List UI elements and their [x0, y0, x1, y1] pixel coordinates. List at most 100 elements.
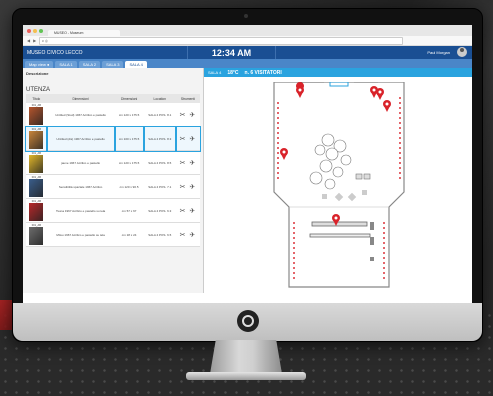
edit-tools-icon[interactable]: ✂ ✈ — [180, 160, 197, 167]
window-controls — [27, 29, 43, 33]
edit-tools-icon[interactable]: ✂ ✈ — [180, 232, 197, 239]
pillar — [370, 222, 374, 230]
table-row[interactable]: 001_AB Untitled (dis) 1967 Acrilico e pas… — [25, 125, 202, 152]
table-body: 001_AB Untitled (Stud) 1967 Acrilico e pa… — [25, 103, 202, 247]
tab-sala-3[interactable]: SALA 3 — [102, 61, 124, 68]
artwork-dimensions: cm 57 x 67 — [114, 198, 144, 223]
tools-cell: ✂ ✈ — [175, 174, 200, 199]
monitor-stand — [210, 340, 282, 374]
artwork-thumbnail[interactable] — [29, 179, 44, 197]
artwork-thumb-cell: 001_AB — [26, 150, 47, 175]
url-input[interactable]: c ◎ — [39, 36, 404, 45]
artwork-dimensions: cm 100 x 175.5 — [113, 125, 145, 152]
address-bar: ◀ ▶ c ◎ — [23, 36, 472, 46]
tools-cell: ✂ ✈ — [175, 222, 200, 247]
user-name[interactable]: Paul Morgan — [427, 50, 450, 55]
artwork-title: Mitsu 1967 Acrilico e pastello su tela — [46, 222, 115, 247]
browser-tab[interactable]: MUSEO - Museum — [48, 30, 120, 36]
column-header[interactable]: Strumenti — [175, 94, 200, 103]
forward-icon[interactable]: ▶ — [33, 38, 36, 43]
artwork-title: Untitled (dis) 1967 Acrilico e pastello — [45, 125, 116, 152]
tab-sala-4[interactable]: SALA 4 — [125, 61, 147, 68]
visitor-pin — [280, 148, 288, 160]
visitor-pin — [296, 82, 305, 98]
monitor-chin — [13, 303, 482, 341]
artwork-thumbnail[interactable] — [29, 203, 44, 221]
artwork-thumbnail[interactable] — [29, 155, 44, 173]
tools-cell: ✂ ✈ — [175, 150, 200, 175]
header-divider — [275, 46, 276, 59]
screen: MUSEO - Museum ◀ ▶ c ◎ MUSEO CIVICO LECC… — [23, 25, 472, 303]
brand-logo-icon — [237, 310, 259, 332]
artwork-thumb-cell: 001_AB — [26, 198, 47, 223]
avatar[interactable] — [457, 47, 467, 57]
artwork-location: SALA 4 POS. 7.1 — [143, 174, 176, 199]
artwork-panel: Descrizione UTENZA Titolo Dimensioni Dimen… — [23, 68, 204, 293]
exhibit-walls — [277, 97, 401, 282]
column-header[interactable]: Dimensioni — [114, 94, 144, 103]
table-row[interactable]: 001_AB Untitled (Stud) 1967 Acrilico e pa… — [26, 103, 200, 127]
artwork-thumbnail[interactable] — [29, 131, 44, 149]
close-window-button[interactable] — [27, 29, 31, 33]
minimize-window-button[interactable] — [33, 29, 37, 33]
tools-cell: ✂ ✈ — [175, 198, 200, 223]
table-row[interactable]: 001_AB jaune 1967 Acrilico e pastello cm 1… — [26, 150, 200, 175]
floor-plan[interactable] — [204, 82, 472, 292]
tab-sala-2[interactable]: SALA 2 — [78, 61, 101, 68]
artwork-thumb-cell: 001_AB — [26, 174, 47, 199]
edit-tools-icon[interactable]: ✂ ✈ — [180, 112, 197, 119]
pillar — [370, 257, 374, 261]
floor-plan-walls — [273, 82, 405, 288]
tab-sala-1[interactable]: SALA 1 — [55, 61, 77, 68]
table-row[interactable]: 001_AB Sensibilità spaziale 1967 Acrilico… — [26, 174, 200, 199]
room-map-panel: SALA 4 18°C n. 6 VISITATORI — [204, 68, 472, 293]
artwork-thumb-cell: 001_AB — [26, 103, 47, 127]
maximize-window-button[interactable] — [39, 29, 43, 33]
main-body: Descrizione UTENZA Titolo Dimensioni Dimen… — [23, 68, 472, 293]
room-label: SALA 4 — [208, 70, 222, 75]
artwork-dimensions: cm 120 x 175.5 — [114, 150, 144, 175]
artwork-dimensions: cm 18 x 24 — [114, 222, 144, 247]
artwork-thumbnail[interactable] — [29, 107, 44, 125]
app-header: MUSEO CIVICO LECCO 12:34 AM Paul Morgan — [23, 46, 472, 59]
section-title: UTENZA — [26, 87, 50, 93]
seating-cluster — [309, 133, 371, 190]
artwork-title: jaune 1967 Acrilico e pastello — [46, 150, 115, 175]
monitor: MUSEO - Museum ◀ ▶ c ◎ MUSEO CIVICO LECC… — [12, 8, 483, 342]
artwork-dimensions: cm 120 x 90.5 — [114, 174, 144, 199]
column-header[interactable]: Location — [143, 94, 176, 103]
artwork-title: Sensibilità spaziale 1967 Acrilico — [46, 174, 115, 199]
visitor-pin — [383, 100, 391, 112]
room-status-bar: SALA 4 18°C n. 6 VISITATORI — [204, 68, 472, 77]
artwork-title: Tsuna 1967 Acrilico e pastello su tela — [46, 198, 115, 223]
tools-cell: ✂ ✈ — [174, 125, 202, 152]
clock: 12:34 AM — [211, 47, 252, 58]
tools-cell: ✂ ✈ — [175, 103, 200, 127]
artwork-location: SALA 4 POS. 8.5 — [143, 150, 176, 175]
artwork-table: Titolo Dimensioni Dimensioni Location Strume… — [25, 94, 202, 247]
back-icon[interactable]: ◀ — [27, 38, 30, 43]
pillar — [370, 237, 374, 245]
visitor-count: n. 6 VISITATORI — [244, 69, 282, 76]
artwork-thumbnail[interactable] — [29, 227, 44, 245]
artwork-thumb-cell: 001_AB — [25, 125, 48, 152]
column-header[interactable]: Dimensioni — [46, 94, 115, 103]
edit-tools-icon[interactable]: ✂ ✈ — [180, 208, 197, 215]
table-row[interactable]: 001_AB Mitsu 1967 Acrilico e pastello su … — [26, 222, 200, 247]
camera-dot — [244, 14, 248, 18]
table-row[interactable]: 001_AB Tsuna 1967 Acrilico e pastello su … — [26, 198, 200, 223]
tab-map-view[interactable]: Map view ● — [25, 61, 54, 68]
column-header[interactable]: Titolo — [26, 94, 47, 103]
table-header-row: Titolo Dimensioni Dimensioni Location Strume… — [26, 94, 200, 103]
visitor-pin — [376, 88, 384, 100]
edit-tools-icon[interactable]: ✂ ✈ — [180, 184, 197, 191]
monitor-base — [186, 372, 306, 380]
edit-tools-icon[interactable]: ✂ ✈ — [180, 136, 197, 143]
artwork-location: SALA 4 POS. 6.3 — [143, 198, 176, 223]
artwork-location: SALA 4 POS. 8.1 — [143, 103, 176, 127]
artwork-thumb-cell: 001_AB — [26, 222, 47, 247]
museum-title: MUSEO CIVICO LECCO — [27, 49, 83, 56]
artwork-location: SALA 4 POS. 8.3 — [142, 125, 177, 152]
artwork-title: Untitled (Stud) 1967 Acrilico e pastello — [46, 103, 115, 127]
bench — [309, 221, 371, 238]
